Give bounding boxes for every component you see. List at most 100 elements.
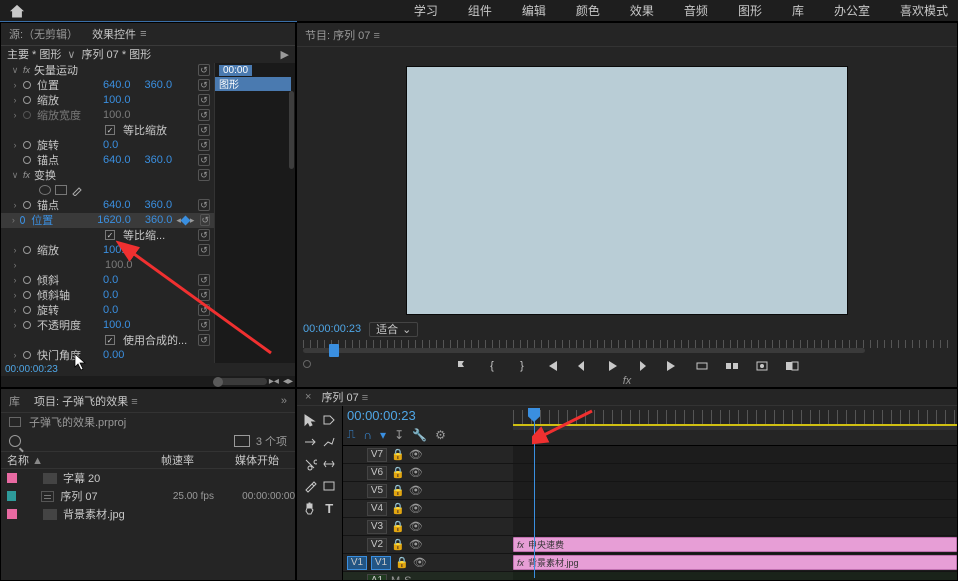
top-menu-item[interactable]: 喜欢模式 xyxy=(900,2,948,19)
ec-zoom-handle[interactable] xyxy=(213,377,223,387)
stopwatch-icon[interactable] xyxy=(23,276,31,284)
reset-icon[interactable]: ↺ xyxy=(200,214,210,226)
search-icon[interactable] xyxy=(9,435,21,447)
lift-icon[interactable] xyxy=(695,359,709,373)
top-menu-item[interactable]: 编辑 xyxy=(522,2,546,19)
track-header-v5[interactable]: V5🔒👁 xyxy=(343,482,513,500)
program-scrub-bar[interactable] xyxy=(303,340,951,349)
program-timecode[interactable]: 00:00:00:23 xyxy=(303,323,361,335)
mark-out-icon[interactable]: } xyxy=(515,359,529,373)
ec-trans-composit[interactable]: 使用合成的... ↺ xyxy=(1,333,214,348)
vertical-scrollbar[interactable] xyxy=(288,91,295,353)
tab-effect-controls[interactable]: 效果控件 ≡ xyxy=(92,26,146,42)
top-menu-item[interactable]: 库 xyxy=(792,2,804,19)
reset-icon[interactable]: ↺ xyxy=(198,319,210,331)
ec-prop-anchor[interactable]: 锚点 640.0 360.0 ↺ xyxy=(1,153,214,168)
source-patch[interactable]: V1 xyxy=(347,556,367,570)
reset-icon[interactable]: ↺ xyxy=(198,94,210,106)
checkbox-icon[interactable] xyxy=(105,335,115,345)
track-select-tool-icon[interactable] xyxy=(321,410,339,430)
track-header-v1[interactable]: V1V1🔒👁 xyxy=(343,554,513,572)
timeline-clip[interactable]: fx申央速费 xyxy=(513,537,957,552)
track-header-v3[interactable]: V3🔒👁 xyxy=(343,518,513,536)
ec-prop-position[interactable]: › 位置 640.0 360.0 ↺ xyxy=(1,78,214,93)
zoom-out-icon[interactable]: ▸◂ xyxy=(269,376,279,387)
timeline-timecode[interactable]: 00:00:00:23 xyxy=(347,408,509,423)
export-frame-icon[interactable] xyxy=(755,359,769,373)
top-menu-item[interactable]: 办公室 xyxy=(834,2,870,19)
checkbox-icon[interactable] xyxy=(105,125,115,135)
pen-mask-icon[interactable] xyxy=(71,184,83,196)
marker-icon[interactable]: ▾ xyxy=(380,428,386,442)
reset-icon[interactable]: ↺ xyxy=(198,109,210,121)
slip-tool-icon[interactable] xyxy=(321,454,339,474)
reset-icon[interactable]: ↺ xyxy=(198,139,210,151)
reset-icon[interactable]: ↺ xyxy=(198,154,210,166)
ec-trans-opacity[interactable]: › 不透明度 100.0 ↺ xyxy=(1,318,214,333)
settings-icon[interactable]: ⚙ xyxy=(435,428,446,442)
reset-icon[interactable]: ↺ xyxy=(198,124,210,136)
reset-icon[interactable]: ↺ xyxy=(198,169,210,181)
project-item[interactable]: 背景素材.jpg xyxy=(1,505,295,523)
ec-trans-anchor[interactable]: › 锚点 640.0 360.0 ↺ xyxy=(1,198,214,213)
compare-icon[interactable] xyxy=(785,359,799,373)
extract-icon[interactable] xyxy=(725,359,739,373)
reset-icon[interactable]: ↺ xyxy=(198,304,210,316)
track-header-v4[interactable]: V4🔒👁 xyxy=(343,500,513,518)
pen-tool-icon[interactable] xyxy=(301,476,319,496)
stopwatch-icon[interactable] xyxy=(23,321,31,329)
top-menu-item[interactable]: 颜色 xyxy=(576,2,600,19)
ec-mini-clip[interactable]: 图形 xyxy=(215,77,291,91)
selection-tool-icon[interactable] xyxy=(301,410,319,430)
ec-zoom-scroll[interactable] xyxy=(217,378,267,385)
stopwatch-icon[interactable] xyxy=(23,96,31,104)
track-header-v2[interactable]: V2🔒👁 xyxy=(343,536,513,554)
reset-icon[interactable]: ↺ xyxy=(198,334,210,346)
top-menu-item[interactable]: 音频 xyxy=(684,2,708,19)
stopwatch-icon[interactable] xyxy=(23,81,31,89)
project-columns[interactable]: 名称 ▲ 帧速率 媒体开始 xyxy=(1,451,295,469)
rect-tool-icon[interactable] xyxy=(321,476,339,496)
mark-in-icon[interactable] xyxy=(455,359,469,373)
timeline-clip[interactable]: fx背景素材.jpg xyxy=(513,555,957,570)
play-marker-icon[interactable]: ▶ xyxy=(281,48,289,61)
ec-trans-skew[interactable]: › 倾斜 0.0 ↺ xyxy=(1,273,214,288)
insert-icon[interactable]: ↧ xyxy=(394,428,404,442)
ellipse-mask-icon[interactable] xyxy=(39,185,51,195)
timeline-tracks[interactable]: fx申央速费 fx背景素材.jpg xyxy=(513,446,957,581)
stopwatch-icon[interactable] xyxy=(23,291,31,299)
project-item[interactable]: 字幕 20 xyxy=(1,469,295,487)
zoom-fit-dropdown[interactable]: 适合⌄ xyxy=(369,322,418,337)
program-preview[interactable] xyxy=(407,67,847,314)
home-icon[interactable] xyxy=(10,4,24,18)
goto-in-icon[interactable] xyxy=(545,359,559,373)
stopwatch-icon[interactable] xyxy=(23,351,31,359)
snap-icon[interactable]: ⎍ xyxy=(347,427,355,442)
stopwatch-icon[interactable] xyxy=(23,201,31,209)
ec-group-transform[interactable]: ∨fx 变换 ↺ xyxy=(1,168,214,183)
track-header-v6[interactable]: V6🔒👁 xyxy=(343,464,513,482)
project-item[interactable]: 序列 07 25.00 fps 00:00:00:00 xyxy=(1,487,295,505)
track-header-a1[interactable]: A1MS xyxy=(343,572,513,581)
reset-icon[interactable]: ↺ xyxy=(198,289,210,301)
bin-icon[interactable] xyxy=(234,435,250,447)
top-menu-item[interactable]: 图形 xyxy=(738,2,762,19)
top-menu-item[interactable]: 效果 xyxy=(630,2,654,19)
stopwatch-icon[interactable] xyxy=(23,156,31,164)
tab-project[interactable]: 项目: 子弹飞的效果 ≡ xyxy=(34,393,138,409)
ripple-tool-icon[interactable] xyxy=(301,432,319,452)
stopwatch-icon[interactable] xyxy=(23,306,31,314)
tab-source[interactable]: 源:（无剪辑） xyxy=(9,26,78,42)
checkbox-icon[interactable] xyxy=(105,230,115,240)
tab-sequence[interactable]: 序列 07 ≡ xyxy=(321,389,368,405)
ec-mini-timeline[interactable]: 00:00 图形 xyxy=(215,63,295,363)
reset-icon[interactable]: ↺ xyxy=(198,199,210,211)
reset-icon[interactable]: ↺ xyxy=(198,274,210,286)
panel-menu-icon[interactable]: ≡ xyxy=(140,28,146,40)
top-menu-item[interactable]: 组件 xyxy=(468,2,492,19)
ec-prop-scale[interactable]: › 缩放 100.0 ↺ xyxy=(1,93,214,108)
ec-zoom-bar[interactable]: ▸◂◂▸ xyxy=(1,376,295,387)
timeline-ruler[interactable] xyxy=(513,406,957,445)
tab-program[interactable]: 节目: 序列 07 ≡ xyxy=(305,27,380,43)
ec-trans-position[interactable]: › 位置 1620.0 360.0 ◂▸ ↺ xyxy=(1,213,214,228)
